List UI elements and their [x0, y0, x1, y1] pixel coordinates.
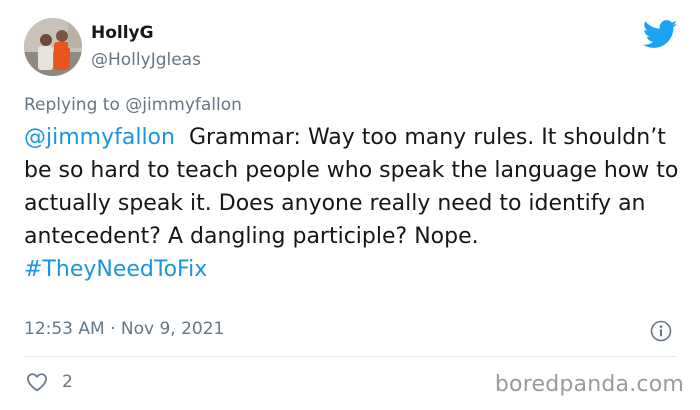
avatar[interactable] — [24, 18, 82, 76]
tweet-mention-link[interactable]: @jimmyfallon — [24, 125, 175, 150]
heart-icon[interactable] — [26, 372, 48, 392]
tweet-card: HollyG @HollyJgleas Replying to @jimmyfa… — [0, 0, 700, 410]
reply-prefix: Replying to — [24, 95, 120, 115]
hashtag-link[interactable]: #TheyNeedToFix — [24, 257, 207, 282]
watermark: boredpanda.com — [494, 372, 684, 397]
tweet-text: @jimmyfallon Grammar: Way too many rules… — [24, 121, 684, 286]
tweet-timestamp[interactable]: 12:53 AM · Nov 9, 2021 — [24, 319, 224, 339]
reply-mention-link[interactable]: @jimmyfallon — [125, 95, 242, 115]
reply-context: Replying to @jimmyfallon — [24, 95, 242, 115]
avatar-photo — [24, 18, 82, 76]
like-count: 2 — [62, 372, 73, 392]
divider — [24, 356, 676, 357]
twitter-bird-icon[interactable] — [643, 20, 678, 49]
user-handle[interactable]: @HollyJgleas — [91, 50, 201, 70]
info-icon[interactable] — [650, 320, 672, 342]
display-name[interactable]: HollyG — [91, 23, 154, 43]
